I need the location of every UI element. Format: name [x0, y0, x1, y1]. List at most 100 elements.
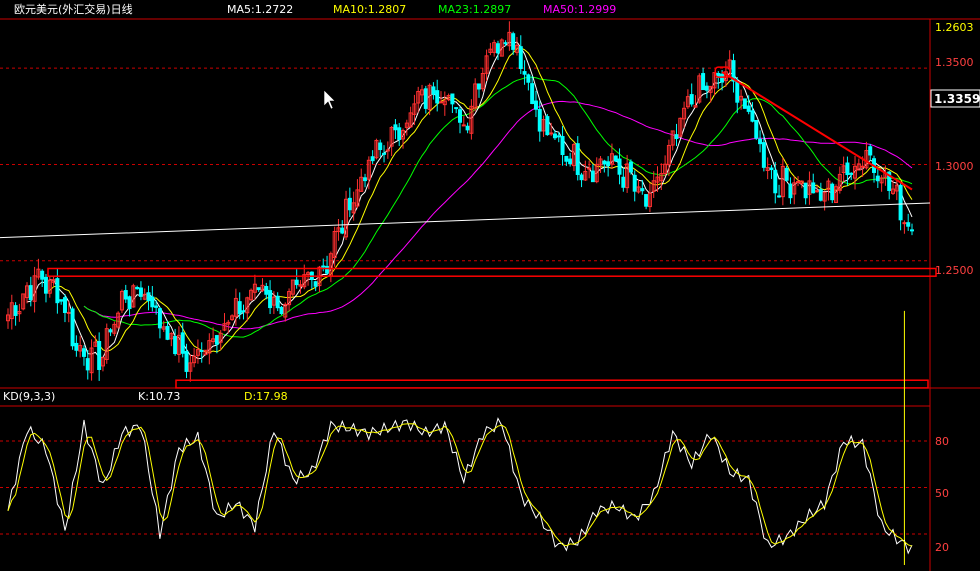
- candle-down: [522, 71, 527, 75]
- candle-down: [503, 42, 508, 45]
- candle-down: [165, 325, 170, 340]
- price-axis-high-label: 1.2603: [935, 21, 974, 34]
- candle-down: [431, 86, 436, 95]
- candle-down: [85, 358, 90, 371]
- candle-down: [530, 83, 535, 104]
- candle-down: [199, 349, 204, 352]
- candle-down: [294, 279, 299, 286]
- price-tick-1: 1.3500: [935, 56, 974, 69]
- ma5-label: MA5:1.2722: [227, 3, 293, 16]
- candle-down: [321, 265, 326, 268]
- candle-down: [450, 93, 455, 105]
- candle-down: [325, 265, 330, 274]
- candle-down: [720, 73, 725, 83]
- kd-d-label: D:17.98: [244, 390, 288, 403]
- k-line: [7, 417, 913, 555]
- price-tick-3: 1.2500: [935, 264, 974, 277]
- candle-down: [511, 33, 516, 50]
- grid-lines: [0, 67, 930, 535]
- candle-down: [81, 348, 86, 357]
- candle-up: [549, 132, 554, 135]
- candles: [6, 21, 914, 382]
- candle-up: [461, 124, 466, 127]
- candle-down: [256, 287, 261, 291]
- candle-down: [347, 197, 352, 211]
- candle-down: [537, 109, 542, 132]
- candle-down: [769, 167, 774, 171]
- candle-down: [868, 146, 873, 156]
- candle-up: [796, 180, 801, 183]
- candle-down: [180, 332, 185, 354]
- candle-down: [875, 175, 880, 182]
- candle-up: [439, 101, 444, 104]
- candle-down: [97, 340, 102, 370]
- candle-down: [435, 90, 440, 104]
- current-price-label: 1.3359: [934, 92, 980, 106]
- candle-down: [382, 152, 387, 155]
- candle-down: [845, 162, 850, 176]
- candle-down: [533, 100, 538, 110]
- candle-down: [43, 276, 48, 294]
- trend-line-support: [0, 202, 931, 239]
- candle-down: [237, 301, 242, 315]
- candle-down: [552, 133, 557, 139]
- chart-canvas[interactable]: 欧元美元(外汇交易)日线 MA5:1.2722 MA10:1.2807 MA23…: [0, 0, 980, 571]
- candle-down: [74, 342, 79, 351]
- candle-down: [617, 158, 622, 175]
- kd-title: KD(9,3,3): [3, 390, 55, 403]
- candle-down: [150, 296, 155, 308]
- candle-down: [476, 83, 481, 90]
- candle-down: [363, 177, 368, 182]
- candle-down: [761, 142, 766, 168]
- trend-line-resistance: [721, 71, 913, 191]
- d-line: [7, 423, 913, 547]
- candle-down: [564, 155, 569, 162]
- candle-down: [906, 222, 911, 227]
- candle-down: [898, 184, 903, 221]
- candle-down: [606, 161, 611, 166]
- candle-down: [758, 138, 763, 145]
- candle-down: [40, 270, 45, 280]
- candle-down: [545, 116, 550, 136]
- candle-up: [815, 190, 820, 193]
- candle-down: [621, 176, 626, 188]
- candle-down: [173, 335, 178, 355]
- candle-down: [632, 174, 637, 192]
- ma23-line: [83, 76, 913, 338]
- candle-down: [590, 170, 595, 183]
- candle-down: [701, 73, 706, 91]
- candle-down: [742, 98, 747, 109]
- candle-down: [750, 110, 755, 122]
- kd-k-label: K:10.73: [138, 390, 180, 403]
- candle-down: [13, 305, 18, 316]
- candle-down: [423, 88, 428, 109]
- candle-down: [465, 125, 470, 131]
- candle-down: [784, 167, 789, 181]
- ma10-label: MA10:1.2807: [333, 3, 406, 16]
- candle-down: [127, 296, 132, 310]
- candle-down: [378, 142, 383, 151]
- candle-down: [773, 170, 778, 194]
- candle-down: [55, 278, 60, 304]
- candle-down: [575, 143, 580, 175]
- kd-tick-80: 80: [935, 435, 949, 448]
- candle-down: [803, 182, 808, 199]
- candle-up: [902, 222, 907, 225]
- candle-down: [689, 94, 694, 105]
- candle-down: [811, 182, 816, 194]
- candle-down: [70, 308, 75, 347]
- candle-down: [640, 188, 645, 192]
- support-zone-box: [47, 267, 937, 277]
- annotations: [0, 66, 937, 565]
- candle-down: [556, 135, 561, 138]
- candle-down: [777, 195, 782, 198]
- candle-down: [560, 136, 565, 156]
- candle-down: [157, 308, 162, 329]
- candle-up: [860, 165, 865, 168]
- candle-down: [746, 105, 751, 112]
- candle-down: [579, 174, 584, 181]
- candle-up: [587, 167, 592, 170]
- candle-down: [108, 329, 113, 333]
- candle-down: [184, 350, 189, 372]
- candle-down: [214, 335, 219, 345]
